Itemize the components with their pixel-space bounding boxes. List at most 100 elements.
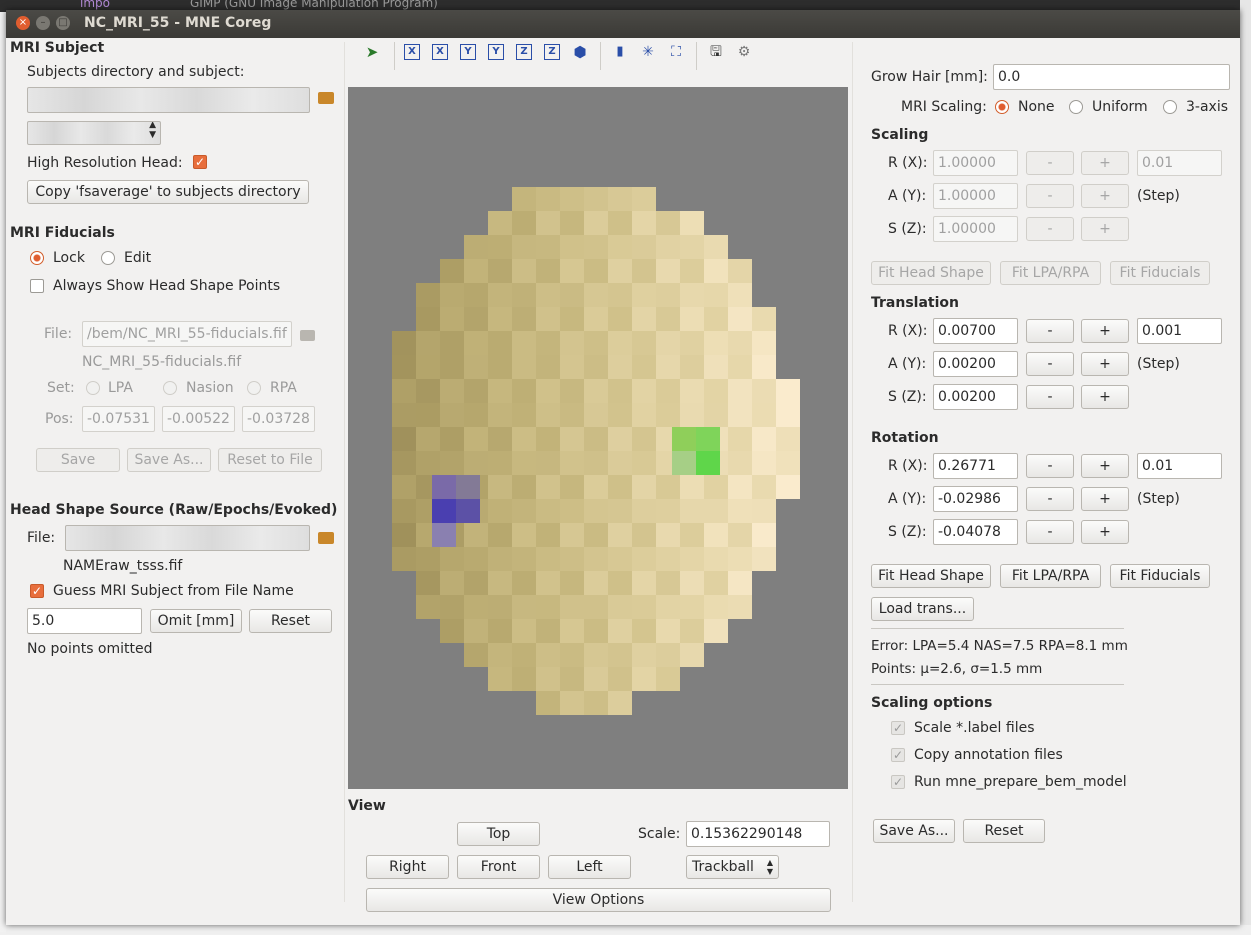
reset-button[interactable]: Reset [963, 819, 1045, 843]
view-minus-x-icon[interactable]: X [432, 44, 448, 60]
fiducials-file-input[interactable]: /bem/NC_MRI_55-fiducials.fif [82, 321, 292, 347]
translation-sz-plus-button[interactable]: + [1081, 385, 1129, 409]
title-bar[interactable]: × – □ NC_MRI_55 - MNE Coreg [6, 10, 1240, 38]
fit-fiducials-button[interactable]: Fit Fiducials [1110, 564, 1210, 588]
rotation-ay-plus-button[interactable]: + [1081, 487, 1129, 511]
scaling-3axis-label: 3-axis [1186, 99, 1229, 115]
rotation-rx-input[interactable]: 0.26771 [933, 453, 1018, 479]
scaling-sz-plus-button[interactable]: + [1081, 217, 1129, 241]
minimize-window-button[interactable]: – [36, 16, 50, 30]
reset-to-file-button[interactable]: Reset to File [218, 448, 322, 472]
save-as-button[interactable]: Save As... [873, 819, 955, 843]
scaling-uniform-radio[interactable] [1069, 100, 1083, 114]
view-right-button[interactable]: Right [366, 855, 449, 879]
scaling-rx-plus-button[interactable]: + [1081, 151, 1129, 175]
set-nasion-radio[interactable] [163, 381, 177, 395]
rotation-step-input[interactable]: 0.01 [1137, 453, 1222, 479]
scaling-ay-input[interactable]: 1.00000 [933, 183, 1018, 209]
scaling-sz-minus-button[interactable]: - [1026, 217, 1074, 241]
close-window-button[interactable]: × [16, 16, 30, 30]
subjects-dir-input[interactable] [27, 87, 310, 113]
right-splitter[interactable] [852, 42, 853, 902]
translation-rx-minus-button[interactable]: - [1026, 319, 1074, 343]
gear-icon[interactable]: ⚙ [736, 44, 752, 60]
fit-lpa-rpa-button[interactable]: Fit LPA/RPA [1000, 564, 1101, 588]
copy-fsaverage-button[interactable]: Copy 'fsaverage' to subjects directory [27, 180, 309, 204]
rotation-sz-plus-button[interactable]: + [1081, 520, 1129, 544]
view-left-button[interactable]: Left [548, 855, 631, 879]
maximize-window-button[interactable]: □ [56, 16, 70, 30]
fit-head-shape-button[interactable]: Fit Head Shape [871, 564, 991, 588]
scaling-ay-plus-button[interactable]: + [1081, 184, 1129, 208]
rotation-ay-minus-button[interactable]: - [1026, 487, 1074, 511]
scaling-none-radio[interactable] [995, 100, 1009, 114]
view-minus-z-icon[interactable]: Z [544, 44, 560, 60]
pos-z-input[interactable]: -0.03728 [242, 406, 315, 432]
reset-view-icon[interactable]: ➤ [364, 44, 380, 60]
translation-ay-plus-button[interactable]: + [1081, 352, 1129, 376]
always-show-checkbox[interactable] [30, 279, 44, 293]
scaling-ay-minus-button[interactable]: - [1026, 184, 1074, 208]
guess-mri-checkbox[interactable]: ✓ [30, 584, 44, 598]
set-lpa-radio[interactable] [86, 381, 100, 395]
edit-radio[interactable] [101, 251, 115, 265]
translation-sz-minus-button[interactable]: - [1026, 385, 1074, 409]
folder-icon[interactable] [300, 330, 315, 341]
isometric-view-icon[interactable]: ⬢ [572, 44, 588, 60]
fiducials-save-as-button[interactable]: Save As... [127, 448, 211, 472]
scale-input[interactable]: 0.15362290148 [686, 821, 830, 847]
scaling-fit-head-shape-button[interactable]: Fit Head Shape [871, 261, 991, 285]
head-surface-pixel [632, 235, 656, 259]
view-top-button[interactable]: Top [457, 822, 540, 846]
left-splitter[interactable] [344, 42, 345, 902]
high-res-head-checkbox[interactable]: ✓ [193, 155, 207, 169]
translation-ay-minus-button[interactable]: - [1026, 352, 1074, 376]
set-rpa-radio[interactable] [247, 381, 261, 395]
omit-distance-input[interactable]: 5.0 [27, 608, 142, 634]
parallel-projection-icon[interactable]: ▮ [612, 44, 628, 60]
scaling-rx-input[interactable]: 1.00000 [933, 150, 1018, 176]
rotation-ay-input[interactable]: -0.02986 [933, 486, 1018, 512]
axes-icon[interactable]: ✳ [640, 44, 656, 60]
subject-select[interactable]: ▲ ▼ [27, 121, 161, 145]
scaling-rx-minus-button[interactable]: - [1026, 151, 1074, 175]
head-shape-file-input[interactable] [65, 525, 310, 551]
translation-rx-plus-button[interactable]: + [1081, 319, 1129, 343]
view-x-icon[interactable]: X [404, 44, 420, 60]
translation-sz-input[interactable]: 0.00200 [933, 384, 1018, 410]
scaling-3axis-radio[interactable] [1163, 100, 1177, 114]
folder-icon[interactable] [318, 92, 334, 104]
view-options-button[interactable]: View Options [366, 888, 831, 912]
head-shape-reset-button[interactable]: Reset [249, 609, 332, 633]
copy-annotation-checkbox[interactable]: ✓ [891, 748, 905, 762]
interaction-mode-select[interactable]: Trackball ▲ ▼ [686, 855, 779, 879]
load-trans-button[interactable]: Load trans... [871, 597, 974, 621]
scaling-fit-lpa-rpa-button[interactable]: Fit LPA/RPA [1000, 261, 1101, 285]
translation-step-input[interactable]: 0.001 [1137, 318, 1222, 344]
run-prepare-bem-checkbox[interactable]: ✓ [891, 775, 905, 789]
rotation-sz-minus-button[interactable]: - [1026, 520, 1074, 544]
grow-hair-input[interactable]: 0.0 [993, 64, 1230, 90]
omit-button[interactable]: Omit [mm] [150, 609, 242, 633]
pos-y-input[interactable]: -0.00522 [162, 406, 235, 432]
view-minus-y-icon[interactable]: Y [488, 44, 504, 60]
scaling-fit-fiducials-button[interactable]: Fit Fiducials [1110, 261, 1210, 285]
translation-ay-input[interactable]: 0.00200 [933, 351, 1018, 377]
scaling-sz-input[interactable]: 1.00000 [933, 216, 1018, 242]
scale-label-files-checkbox[interactable]: ✓ [891, 721, 905, 735]
fiducials-save-button[interactable]: Save [36, 448, 120, 472]
view-y-icon[interactable]: Y [460, 44, 476, 60]
rotation-sz-input[interactable]: -0.04078 [933, 519, 1018, 545]
3d-scene-view[interactable] [348, 87, 848, 789]
rotation-rx-plus-button[interactable]: + [1081, 454, 1129, 478]
view-front-button[interactable]: Front [457, 855, 540, 879]
scaling-step-input[interactable]: 0.01 [1137, 150, 1222, 176]
fullscreen-icon[interactable]: ⛶ [668, 44, 684, 60]
save-icon[interactable]: 🖫 [708, 44, 724, 60]
view-z-icon[interactable]: Z [516, 44, 532, 60]
translation-rx-input[interactable]: 0.00700 [933, 318, 1018, 344]
rotation-rx-minus-button[interactable]: - [1026, 454, 1074, 478]
lock-radio[interactable] [30, 251, 44, 265]
pos-x-input[interactable]: -0.07531 [82, 406, 155, 432]
folder-icon[interactable] [318, 532, 334, 544]
